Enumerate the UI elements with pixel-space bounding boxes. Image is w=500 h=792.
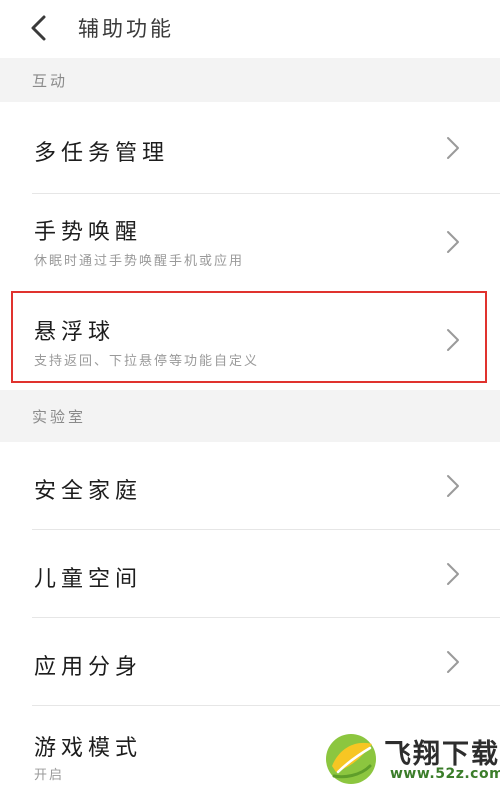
leaf-logo-icon [326,734,376,784]
row-floating-ball[interactable]: 悬浮球 支持返回、下拉悬停等功能自定义 [0,290,500,386]
chevron-right-icon [447,137,459,159]
row-kids-space[interactable]: 儿童空间 [0,530,500,618]
chevron-right-icon [447,475,459,497]
back-button[interactable] [22,12,54,44]
section-header-lab: 实验室 [0,390,500,442]
row-multitask[interactable]: 多任务管理 [0,102,500,194]
row-title: 游戏模式 [34,736,143,761]
row-safe-family[interactable]: 安全家庭 [0,442,500,530]
section-label: 互动 [32,72,69,90]
row-title: 安全家庭 [34,479,143,504]
row-title: 儿童空间 [34,567,143,592]
row-status: 开启 [34,768,65,783]
top-bar: 辅助功能 [0,0,500,58]
row-title: 手势唤醒 [34,220,143,245]
row-subtitle: 休眠时通过手势唤醒手机或应用 [34,254,245,269]
accessibility-screen: 辅助功能 互动 多任务管理 手势唤醒 休眠时通过手势唤醒手机或应用 悬浮球 支持… [0,0,500,792]
chevron-right-icon [447,231,459,253]
row-title: 应用分身 [34,655,143,680]
row-title: 悬浮球 [34,320,116,345]
chevron-right-icon [447,329,459,351]
row-gesture-wake[interactable]: 手势唤醒 休眠时通过手势唤醒手机或应用 [0,194,500,290]
chevron-right-icon [447,563,459,585]
section-label: 实验室 [32,408,87,426]
section-header-interaction: 互动 [0,58,500,102]
watermark-url: www.52z.com [390,766,500,782]
chevron-left-icon [31,15,46,41]
row-title: 多任务管理 [34,141,170,166]
chevron-right-icon [447,651,459,673]
row-subtitle: 支持返回、下拉悬停等功能自定义 [34,354,260,369]
page-title: 辅助功能 [78,17,174,41]
row-app-clone[interactable]: 应用分身 [0,618,500,706]
watermark: 飞翔下载 www.52z.com [318,726,500,788]
